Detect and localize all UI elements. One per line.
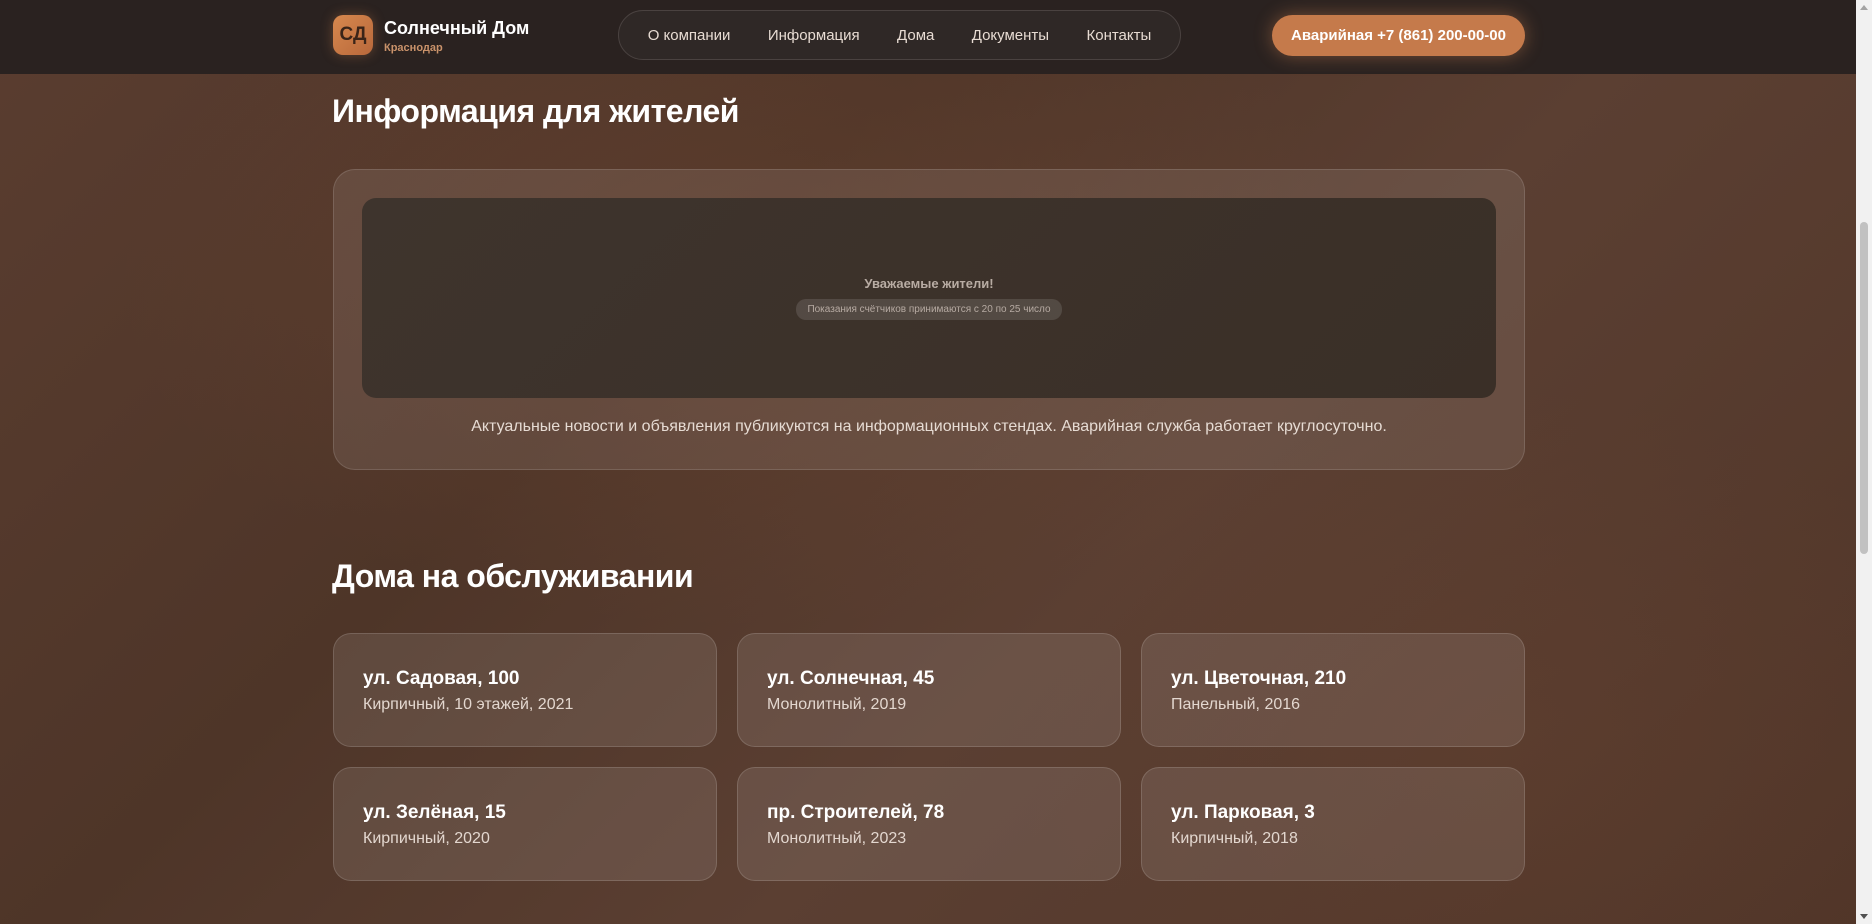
house-address: ул. Садовая, 100 — [363, 668, 520, 689]
info-card: Уважаемые жители! Показания счётчиков пр… — [333, 169, 1525, 470]
main-nav: О компании Информация Дома Документы Кон… — [618, 10, 1181, 60]
house-description: Кирпичный, 2020 — [363, 830, 490, 847]
houses-section-title: Дома на обслуживании — [332, 558, 694, 594]
house-card[interactable]: ул. Зелёная, 15 Кирпичный, 2020 — [333, 767, 717, 881]
site-header: СД Солнечный Дом Краснодар О компании Ин… — [0, 0, 1856, 74]
nav-item-info[interactable]: Информация — [756, 21, 872, 50]
scroll-down-arrow-icon[interactable] — [1860, 914, 1868, 919]
info-section-title: Информация для жителей — [332, 93, 739, 129]
nav-item-contacts[interactable]: Контакты — [1074, 21, 1163, 50]
houses-grid: ул. Садовая, 100 Кирпичный, 10 этажей, 2… — [333, 633, 1525, 881]
brand-name: Солнечный Дом — [384, 17, 530, 38]
house-card[interactable]: ул. Цветочная, 210 Панельный, 2016 — [1141, 633, 1525, 747]
logo: СД — [333, 15, 373, 55]
house-description: Панельный, 2016 — [1171, 696, 1301, 713]
scroll-thumb[interactable] — [1860, 222, 1868, 554]
house-description: Монолитный, 2023 — [767, 830, 907, 847]
house-address: ул. Парковая, 3 — [1171, 802, 1315, 823]
house-card[interactable]: пр. Строителей, 78 Монолитный, 2023 — [737, 767, 1121, 881]
house-address: ул. Солнечная, 45 — [767, 668, 935, 689]
scroll-up-arrow-icon[interactable] — [1860, 5, 1868, 10]
vertical-scrollbar[interactable] — [1856, 0, 1872, 924]
nav-item-about[interactable]: О компании — [636, 21, 743, 50]
house-address: ул. Зелёная, 15 — [363, 802, 506, 823]
nav-item-houses[interactable]: Дома — [885, 21, 946, 50]
banner-badge: Показания счётчиков принимаются с 20 по … — [796, 299, 1062, 320]
house-description: Кирпичный, 2018 — [1171, 830, 1298, 847]
info-text: Актуальные новости и объявления публикую… — [471, 418, 1387, 435]
brand-city: Краснодар — [384, 41, 443, 54]
house-address: пр. Строителей, 78 — [767, 802, 945, 823]
announcement-banner: Уважаемые жители! Показания счётчиков пр… — [362, 198, 1496, 398]
house-description: Кирпичный, 10 этажей, 2021 — [363, 696, 574, 713]
house-card[interactable]: ул. Садовая, 100 Кирпичный, 10 этажей, 2… — [333, 633, 717, 747]
house-address: ул. Цветочная, 210 — [1171, 668, 1347, 689]
emergency-phone-button[interactable]: Аварийная +7 (861) 200-00-00 — [1272, 15, 1525, 56]
house-card[interactable]: ул. Солнечная, 45 Монолитный, 2019 — [737, 633, 1121, 747]
nav-item-documents[interactable]: Документы — [960, 21, 1061, 50]
banner-title: Уважаемые жители! — [864, 276, 994, 291]
house-description: Монолитный, 2019 — [767, 696, 907, 713]
brand[interactable]: СД Солнечный Дом Краснодар — [333, 15, 529, 55]
brand-text: Солнечный Дом Краснодар — [384, 17, 529, 54]
house-card[interactable]: ул. Парковая, 3 Кирпичный, 2018 — [1141, 767, 1525, 881]
